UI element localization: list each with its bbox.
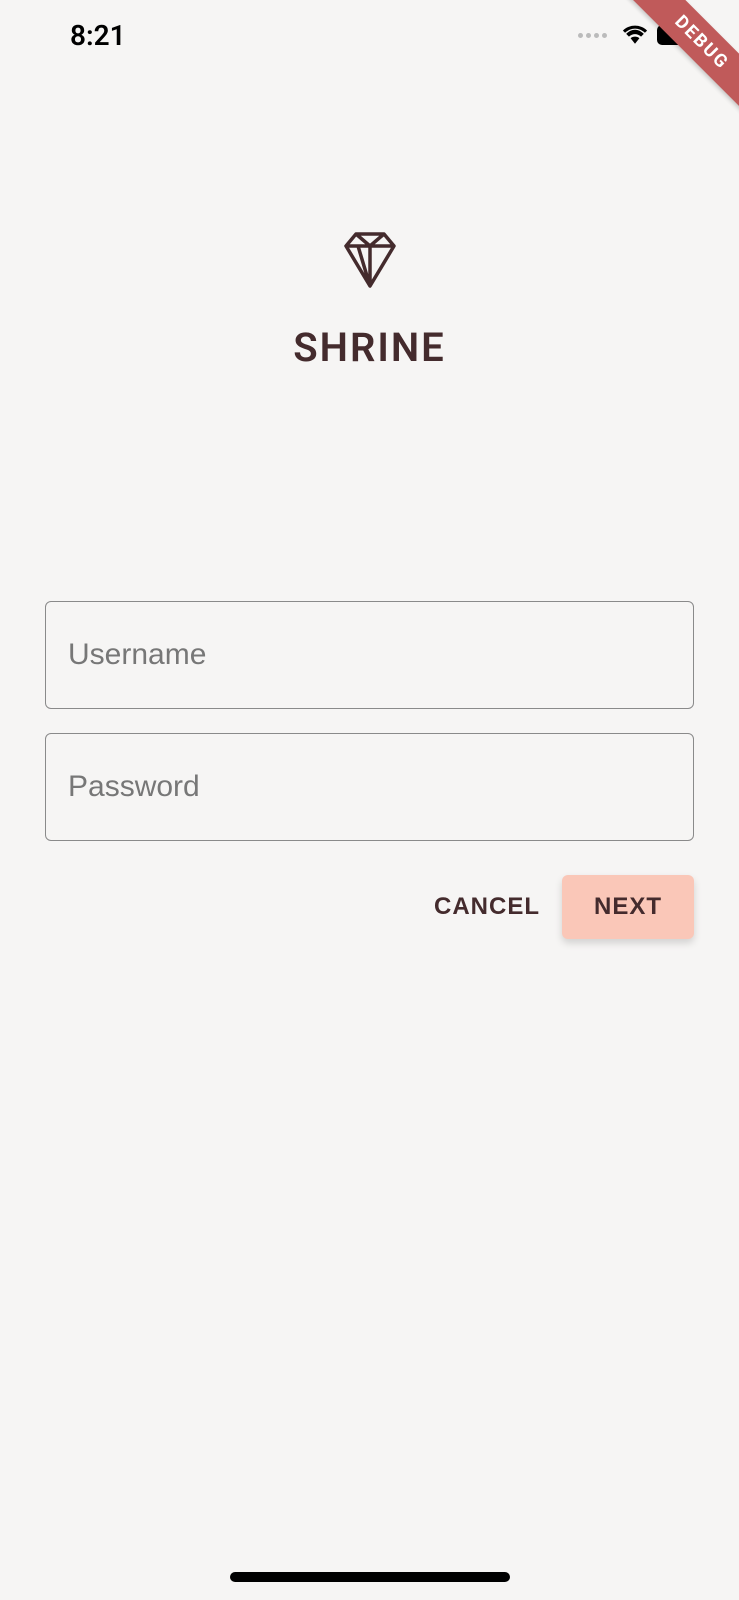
cellular-dots-icon [578,33,607,38]
wifi-icon [621,24,649,46]
app-title: SHRINE [45,324,694,371]
button-row: CANCEL NEXT [45,875,694,939]
username-field[interactable] [45,601,694,709]
diamond-icon [338,230,402,294]
login-content: SHRINE CANCEL NEXT [0,0,739,939]
home-indicator [230,1572,510,1582]
logo-section: SHRINE [45,230,694,371]
password-field[interactable] [45,733,694,841]
next-button[interactable]: NEXT [562,875,694,939]
cancel-button[interactable]: CANCEL [412,875,562,939]
status-time: 8:21 [70,19,126,52]
status-bar: 8:21 [0,0,739,70]
